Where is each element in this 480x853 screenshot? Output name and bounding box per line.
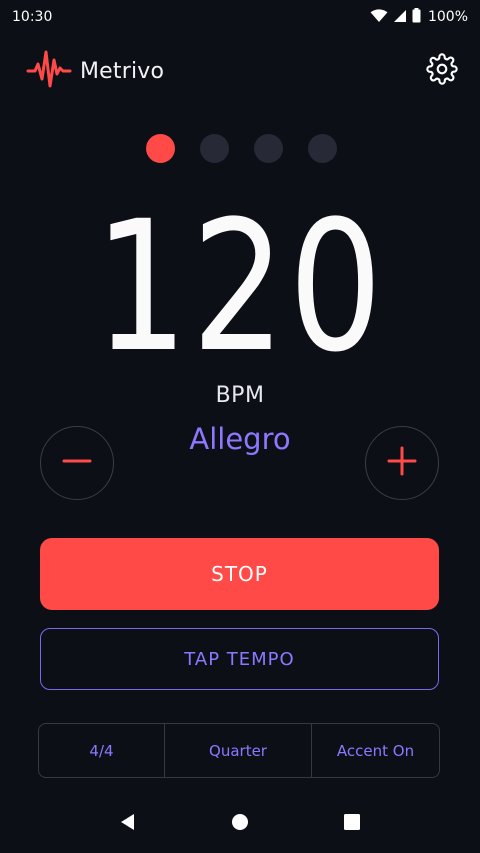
home-button[interactable] xyxy=(220,804,260,844)
beat-dot-2 xyxy=(199,134,229,163)
plus-icon xyxy=(387,446,417,480)
cell-signal-icon xyxy=(393,8,407,27)
minus-icon xyxy=(62,446,92,480)
app-header: Metrivo xyxy=(26,46,460,96)
decrease-tempo-button[interactable] xyxy=(40,426,114,500)
options-row: 4/4 Quarter Accent On xyxy=(38,723,440,778)
home-icon xyxy=(231,813,249,835)
stop-button[interactable]: STOP xyxy=(40,538,439,610)
gear-icon xyxy=(426,53,458,89)
system-nav-bar xyxy=(0,795,480,853)
battery-percent: 100% xyxy=(427,9,468,25)
waveform-icon xyxy=(26,46,72,96)
beat-dot-3 xyxy=(253,134,283,163)
status-icons: 100% xyxy=(370,7,468,27)
bpm-label: BPM xyxy=(215,383,265,408)
beat-dot-1 xyxy=(145,134,175,163)
tempo-value[interactable]: 120 xyxy=(43,198,437,378)
battery-icon xyxy=(412,7,421,27)
time-signature-option[interactable]: 4/4 xyxy=(39,724,164,777)
settings-button[interactable] xyxy=(424,53,460,89)
wifi-icon xyxy=(370,8,388,27)
beat-dot-4 xyxy=(307,134,337,163)
recents-icon xyxy=(343,813,361,835)
back-button[interactable] xyxy=(108,804,148,844)
tap-tempo-button[interactable]: TAP TEMPO xyxy=(40,628,439,690)
metronome-screen: 10:30 100% Metrivo 120 BPM Allegro STOP … xyxy=(0,0,480,853)
app-name: Metrivo xyxy=(80,58,165,84)
status-time: 10:30 xyxy=(12,9,53,25)
status-bar: 10:30 100% xyxy=(0,0,480,34)
accent-option[interactable]: Accent On xyxy=(311,724,439,777)
brand: Metrivo xyxy=(26,46,164,96)
beat-indicator xyxy=(0,134,480,163)
subdivision-option[interactable]: Quarter xyxy=(164,724,311,777)
increase-tempo-button[interactable] xyxy=(365,426,439,500)
recents-button[interactable] xyxy=(332,804,372,844)
back-icon xyxy=(119,813,137,835)
